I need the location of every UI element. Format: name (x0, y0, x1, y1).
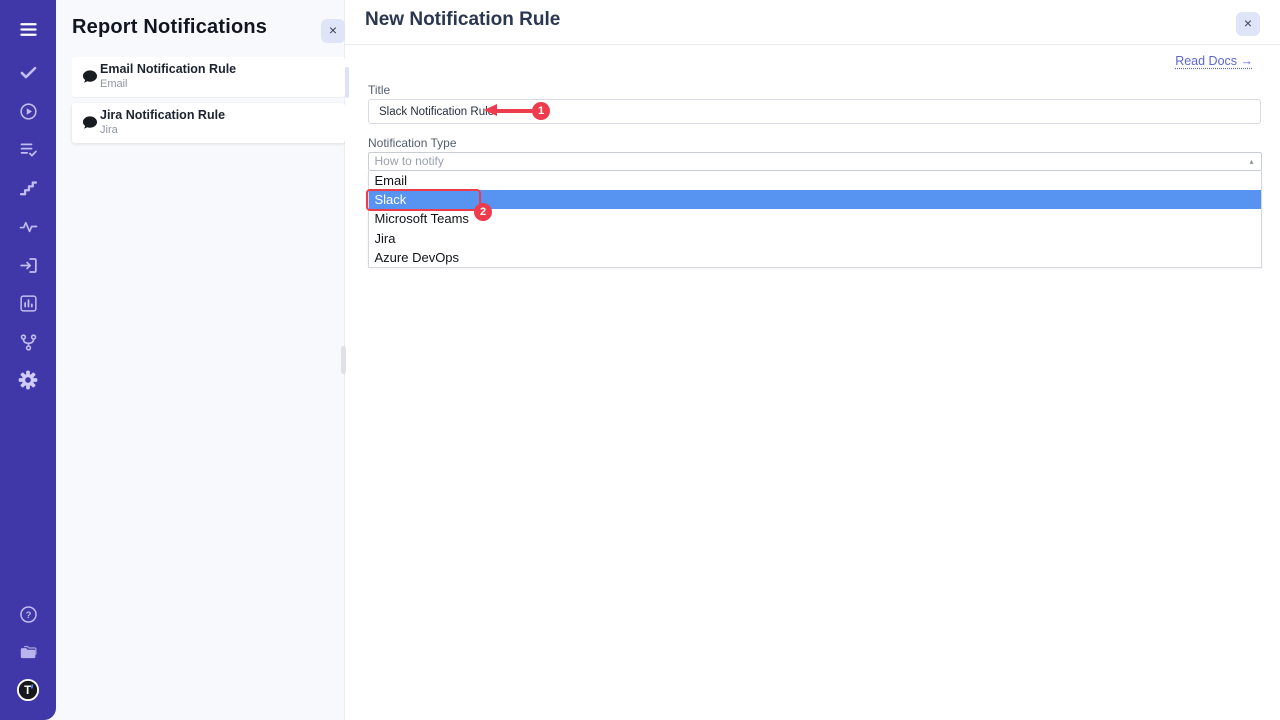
menu-icon (18, 19, 39, 40)
help-icon: ? (18, 604, 39, 625)
list-item-email-rule[interactable]: Email Notification Rule Email (72, 57, 345, 97)
sidebar-item-import[interactable] (16, 253, 40, 277)
dropdown-option-slack[interactable]: Slack (369, 190, 1261, 209)
list-item-title: Jira Notification Rule (100, 108, 225, 122)
dropdown-option-jira[interactable]: Jira (369, 229, 1261, 248)
sidebar-item-analytics[interactable] (16, 291, 40, 315)
check-icon (18, 62, 39, 83)
list-item-subtitle: Jira (100, 124, 118, 136)
app-window: ? T Report Notifications × Emai (0, 0, 1280, 720)
read-docs-link[interactable]: Read Docs → (1175, 54, 1253, 68)
chat-bubble-icon (81, 114, 99, 132)
sidebar-item-runs[interactable] (16, 99, 40, 123)
svg-text:?: ? (25, 610, 31, 620)
select-placeholder: How to notify (375, 154, 444, 168)
notification-type-label: Notification Type (368, 136, 457, 150)
sidebar-item-branches[interactable] (16, 330, 40, 354)
page-title: New Notification Rule (365, 9, 560, 31)
sidebar: ? T (0, 0, 56, 720)
annotation-arrow-line (496, 109, 533, 113)
notification-type-dropdown: Email Slack Microsoft Teams Jira Azure D… (368, 171, 1262, 268)
close-icon: × (1244, 15, 1252, 31)
help-button[interactable]: ? (16, 602, 40, 626)
list-check-icon (18, 139, 39, 160)
folders-icon (18, 642, 39, 663)
gear-icon (17, 369, 39, 391)
sidebar-item-pulse[interactable] (16, 214, 40, 238)
dropdown-option-azure-devops[interactable]: Azure DevOps (369, 248, 1261, 267)
list-item-subtitle: Email (100, 78, 128, 90)
app-logo[interactable]: T (16, 678, 40, 702)
sidebar-item-milestones[interactable] (16, 176, 40, 200)
sign-in-icon (18, 255, 39, 276)
new-notification-rule-drawer: New Notification Rule × Read Docs → Titl… (345, 0, 1280, 720)
dropdown-option-microsoft-teams[interactable]: Microsoft Teams (369, 209, 1261, 228)
bar-chart-icon (18, 293, 39, 314)
svg-text:T: T (24, 685, 31, 697)
panel-resize-handle[interactable] (341, 346, 346, 374)
list-item-jira-rule[interactable]: Jira Notification Rule Jira (72, 103, 345, 143)
select-caret-icon: ▴ (1249, 157, 1253, 167)
projects-button[interactable] (16, 640, 40, 664)
branch-icon (18, 332, 39, 353)
sidebar-item-plans[interactable] (16, 137, 40, 161)
close-icon: × (329, 22, 337, 38)
title-label: Title (368, 83, 390, 97)
sidebar-item-settings[interactable] (16, 368, 40, 392)
dropdown-option-email[interactable]: Email (369, 171, 1261, 190)
steps-icon (18, 178, 39, 199)
notification-type-select[interactable]: How to notify ▴ (368, 152, 1262, 171)
annotation-step-1-badge: 1 (532, 102, 550, 120)
header-divider (345, 44, 1280, 45)
annotation-step-2-badge: 2 (474, 203, 492, 221)
pulse-icon (18, 216, 39, 237)
panel-close-button[interactable]: × (321, 19, 345, 43)
report-notifications-panel: Report Notifications × Email Notificatio… (56, 0, 345, 720)
play-circle-icon (18, 101, 39, 122)
drawer-close-button[interactable]: × (1236, 12, 1260, 36)
menu-button[interactable] (16, 17, 40, 41)
scroll-indicator (345, 67, 349, 98)
logo-icon: T (16, 678, 40, 702)
panel-title: Report Notifications (72, 16, 267, 39)
sidebar-item-tests[interactable] (16, 60, 40, 84)
chat-bubble-icon (81, 68, 99, 86)
list-item-title: Email Notification Rule (100, 62, 236, 76)
